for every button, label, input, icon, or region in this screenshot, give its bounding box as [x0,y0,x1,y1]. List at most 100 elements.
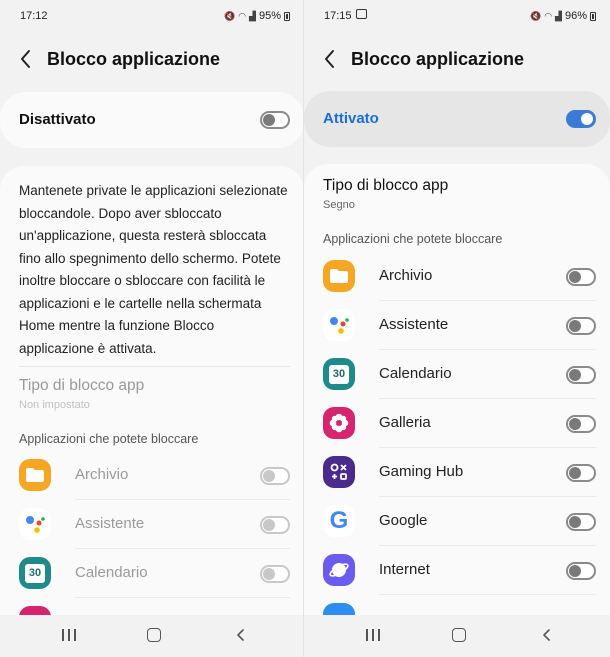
toggle-knob [569,467,581,479]
lock-type-value: Segno [323,199,355,211]
master-switch-label: Attivato [323,110,379,127]
app-row-internet[interactable]: Internet [304,546,610,595]
app-row-partial [304,595,610,615]
nav-back-icon[interactable] [234,628,248,642]
app-toggle[interactable] [566,366,596,384]
lock-type-title[interactable]: Tipo di blocco app [323,177,448,195]
toggle-knob [569,271,581,283]
app-row-google[interactable]: G Google [304,497,610,546]
app-name: Assistente [379,316,449,333]
toggle-knob [569,565,581,577]
assistant-icon [19,508,51,540]
toggle-knob [569,369,581,381]
app-toggle[interactable] [566,513,596,531]
app-toggle[interactable] [566,317,596,335]
status-icons: 🔇 ◠ ▟ 95% [224,10,290,22]
back-arrow-icon[interactable] [16,48,38,70]
page-title: Blocco applicazione [47,49,221,69]
status-time: 17:15 [324,10,352,22]
google-g-icon: G [323,505,355,537]
status-icons: 🔇 ◠ ▟ 96% [530,10,596,22]
settings-card: Mantenete private le applicazioni selezi… [0,166,304,615]
gaming-hub-icon [323,456,355,488]
app-row-calendario[interactable]: 30 Calendario [304,350,610,399]
toggle-knob [263,470,275,482]
app-row-archivio[interactable]: Archivio [0,451,304,500]
app-row-assistente[interactable]: Assistente [0,500,304,549]
app-toggle[interactable] [566,268,596,286]
app-name: Archivio [379,267,433,284]
gallery-flower-icon [19,606,51,615]
nav-back-icon[interactable] [540,628,554,642]
folder-icon [323,260,355,292]
app-row-gaming-hub[interactable]: Gaming Hub [304,448,610,497]
calendar-icon: 30 [323,358,355,390]
app-name: Calendario [379,365,452,382]
signal-icon: ▟ [555,10,562,21]
toggle-knob [263,114,275,126]
back-arrow-icon[interactable] [320,48,342,70]
calendar-day: 30 [25,563,45,583]
master-switch-row[interactable]: Disattivato [0,92,304,148]
app-row-calendario[interactable]: 30 Calendario [0,549,304,598]
app-name: Google [379,512,428,529]
toggle-knob [569,418,581,430]
lock-type-value: Non impostato [19,399,90,411]
wifi-icon: ◠ [238,10,247,21]
status-bar: 17:12 🔇 ◠ ▟ 95% [0,0,304,32]
master-switch-row[interactable]: Attivato [304,91,610,147]
master-toggle[interactable] [260,111,290,129]
status-bar: 17:15 🔇 ◠ ▟ 96% [304,0,610,32]
app-header: Blocco applicazione [304,40,610,80]
gallery-flower-icon [323,407,355,439]
app-row-assistente[interactable]: Assistente [304,301,610,350]
wifi-icon: ◠ [544,10,553,21]
google-g-letter: G [329,507,349,534]
left-screen: 17:12 🔇 ◠ ▟ 95% Blocco applicazione Disa… [0,0,304,657]
signal-icon: ▟ [249,10,256,21]
mute-icon: 🔇 [529,10,542,21]
app-name: Assistente [75,515,145,532]
lock-type-title: Tipo di blocco app [19,377,145,394]
recents-icon[interactable] [62,629,76,641]
toggle-knob [263,568,275,580]
section-header: Applicazioni che potete bloccare [323,232,503,246]
app-name: Galleria [379,414,431,431]
recents-icon[interactable] [366,629,380,641]
battery-percent: 95% [258,10,281,22]
app-header: Blocco applicazione [0,40,304,80]
app-toggle[interactable] [566,464,596,482]
messages-icon [323,603,355,615]
master-toggle[interactable] [566,110,596,128]
app-toggle[interactable] [260,516,290,534]
page-title: Blocco applicazione [351,49,525,69]
app-name: Internet [379,561,430,578]
home-icon[interactable] [147,628,161,642]
battery-icon [590,11,596,21]
status-time: 17:12 [20,10,48,22]
toggle-knob [263,519,275,531]
calendar-icon: 30 [19,557,51,589]
app-toggle[interactable] [260,467,290,485]
app-toggle[interactable] [566,415,596,433]
divider [19,366,290,367]
app-toggle[interactable] [260,565,290,583]
home-icon[interactable] [452,628,466,642]
toggle-knob [569,516,581,528]
folder-icon [19,459,51,491]
app-name: Gaming Hub [379,463,464,480]
settings-card: Tipo di blocco app Segno Applicazioni ch… [304,164,610,615]
app-row-archivio[interactable]: Archivio [304,252,610,301]
app-name: Archivio [75,466,129,483]
notification-image-icon [356,9,367,19]
toggle-knob [581,113,593,125]
system-nav-bar [0,615,304,657]
internet-icon [323,554,355,586]
app-toggle[interactable] [566,562,596,580]
app-row-galleria[interactable]: Galleria [304,399,610,448]
app-row-partial [0,598,304,615]
calendar-day: 30 [329,364,349,384]
comparison-screenshot: 17:12 🔇 ◠ ▟ 95% Blocco applicazione Disa… [0,0,610,657]
master-switch-label: Disattivato [19,111,96,128]
app-name: Calendario [75,564,148,581]
